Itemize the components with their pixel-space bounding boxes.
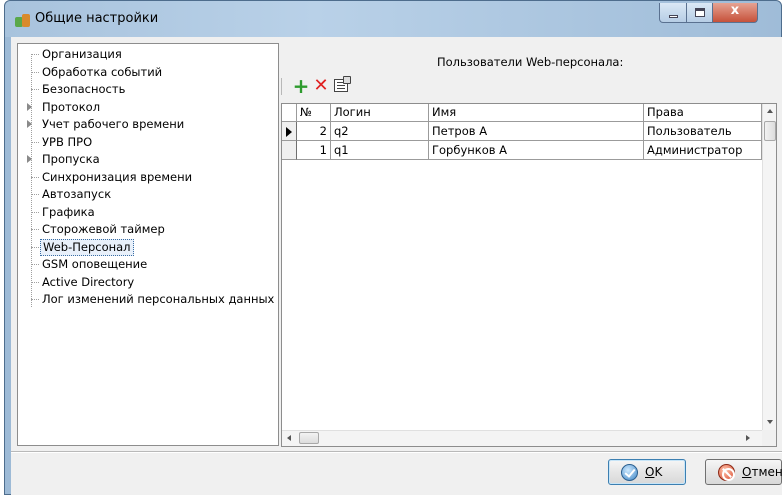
minimize-icon bbox=[669, 15, 678, 18]
cell-name[interactable]: Горбунков А bbox=[429, 141, 644, 160]
tree-branch-line bbox=[31, 71, 39, 73]
vertical-scrollbar[interactable] bbox=[762, 104, 776, 430]
header-indicator-cell bbox=[282, 104, 297, 122]
maximize-icon bbox=[695, 8, 705, 17]
expand-arrow-icon[interactable] bbox=[27, 102, 32, 111]
tree-branch-line bbox=[31, 299, 39, 300]
tree-item-label: Организация bbox=[42, 47, 122, 61]
tree-item-label: Протокол bbox=[42, 99, 101, 114]
tree-branch-line bbox=[31, 281, 39, 283]
tree-item-label: Автозапуск bbox=[42, 187, 112, 201]
tree-branch-line bbox=[31, 176, 39, 178]
tree-item-label: Пропуска bbox=[42, 152, 100, 166]
current-row-arrow-icon bbox=[286, 127, 292, 137]
settings-window: Общие настройки x Организация Обработка с… bbox=[4, 0, 782, 495]
minimize-button[interactable] bbox=[659, 3, 687, 23]
column-header-number[interactable]: № bbox=[297, 104, 331, 122]
app-icon bbox=[15, 13, 31, 29]
column-header-name[interactable]: Имя bbox=[429, 104, 644, 122]
column-header-login[interactable]: Логин bbox=[331, 104, 429, 122]
tree-item-label: Безопасность bbox=[42, 82, 126, 96]
tree-branch-line bbox=[31, 141, 39, 143]
cell-number[interactable]: 2 bbox=[297, 122, 331, 141]
tree-item-label: Учет рабочего времени bbox=[42, 117, 185, 131]
row-indicator[interactable] bbox=[282, 122, 297, 141]
cancel-button[interactable]: Отмена bbox=[705, 459, 782, 485]
settings-tree[interactable]: Организация Обработка событий Безопасность… bbox=[17, 43, 279, 446]
scrollbar-corner bbox=[762, 430, 776, 446]
horizontal-scroll-thumb[interactable] bbox=[299, 432, 319, 444]
tree-branch-line bbox=[31, 89, 39, 90]
properties-icon bbox=[334, 76, 351, 92]
scroll-left-arrow-icon[interactable] bbox=[287, 435, 291, 441]
vertical-scroll-thumb[interactable] bbox=[764, 121, 776, 141]
close-button[interactable]: x bbox=[712, 3, 758, 23]
button-bar-divider bbox=[11, 451, 782, 452]
dialog-client-area: Организация Обработка событий Безопасность… bbox=[11, 37, 782, 495]
tree-item-label: Сторожевой таймер bbox=[42, 222, 165, 236]
tree-item-label: Обработка событий bbox=[42, 64, 163, 79]
close-icon: x bbox=[730, 3, 740, 18]
cancel-icon bbox=[718, 464, 735, 481]
tree-item-label: Web-Персонал bbox=[40, 238, 134, 256]
table-row[interactable]: 1 q1 Горбунков А Администратор bbox=[282, 141, 762, 160]
window-title: Общие настройки bbox=[35, 11, 159, 26]
grid-header: № Логин Имя Права bbox=[282, 104, 762, 122]
tree-branch-line bbox=[31, 194, 39, 195]
checkmark-icon bbox=[621, 464, 638, 481]
cell-rights[interactable]: Администратор bbox=[644, 141, 762, 160]
tree-item-label: Active Directory bbox=[42, 274, 135, 289]
ok-button[interactable]: OK bbox=[608, 459, 686, 485]
add-user-button[interactable]: + bbox=[291, 75, 311, 97]
tree-branch-line bbox=[31, 246, 39, 248]
tree-connector-line bbox=[31, 54, 32, 307]
tree-item-label: Лог изменений персональных данных bbox=[42, 292, 275, 306]
row-indicator[interactable] bbox=[282, 141, 297, 160]
scroll-down-arrow-icon[interactable] bbox=[767, 420, 773, 424]
tree-item-label: GSM оповещение bbox=[42, 257, 148, 271]
user-properties-button[interactable] bbox=[331, 75, 351, 97]
plus-icon: + bbox=[292, 74, 310, 98]
tree-branch-line bbox=[31, 229, 39, 230]
tree-item-label: Синхронизация времени bbox=[42, 169, 193, 184]
table-row[interactable]: 2 q2 Петров А Пользователь bbox=[282, 122, 762, 141]
cell-login[interactable]: q2 bbox=[331, 122, 429, 141]
tree-item-label: УРВ ПРО bbox=[42, 134, 93, 149]
column-header-rights[interactable]: Права bbox=[644, 104, 762, 122]
delete-icon: ✕ bbox=[313, 75, 329, 96]
tree-branch-line bbox=[31, 211, 39, 213]
cell-login[interactable]: q1 bbox=[331, 141, 429, 160]
scroll-right-arrow-icon[interactable] bbox=[746, 435, 750, 441]
expand-arrow-icon[interactable] bbox=[27, 155, 32, 163]
expand-arrow-icon[interactable] bbox=[27, 120, 32, 128]
toolbar-separator bbox=[281, 78, 282, 95]
ok-button-label: OK bbox=[645, 465, 663, 479]
tree-item-label: Графика bbox=[42, 204, 95, 219]
cell-number[interactable]: 1 bbox=[297, 141, 331, 160]
title-bar[interactable]: Общие настройки x bbox=[5, 1, 781, 37]
tree-branch-line bbox=[31, 264, 39, 265]
users-panel-title: Пользователи Web-персонала: bbox=[437, 55, 624, 69]
cancel-button-label: Отмена bbox=[742, 465, 782, 479]
scroll-up-arrow-icon[interactable] bbox=[767, 109, 773, 113]
horizontal-scrollbar[interactable] bbox=[282, 430, 762, 446]
cell-rights[interactable]: Пользователь bbox=[644, 122, 762, 141]
users-grid[interactable]: № Логин Имя Права 2 q2 Петров А Пользовател… bbox=[281, 103, 777, 447]
delete-user-button[interactable]: ✕ bbox=[311, 75, 331, 97]
maximize-button[interactable] bbox=[686, 3, 713, 23]
tree-branch-line bbox=[31, 54, 39, 55]
cell-name[interactable]: Петров А bbox=[429, 122, 644, 141]
